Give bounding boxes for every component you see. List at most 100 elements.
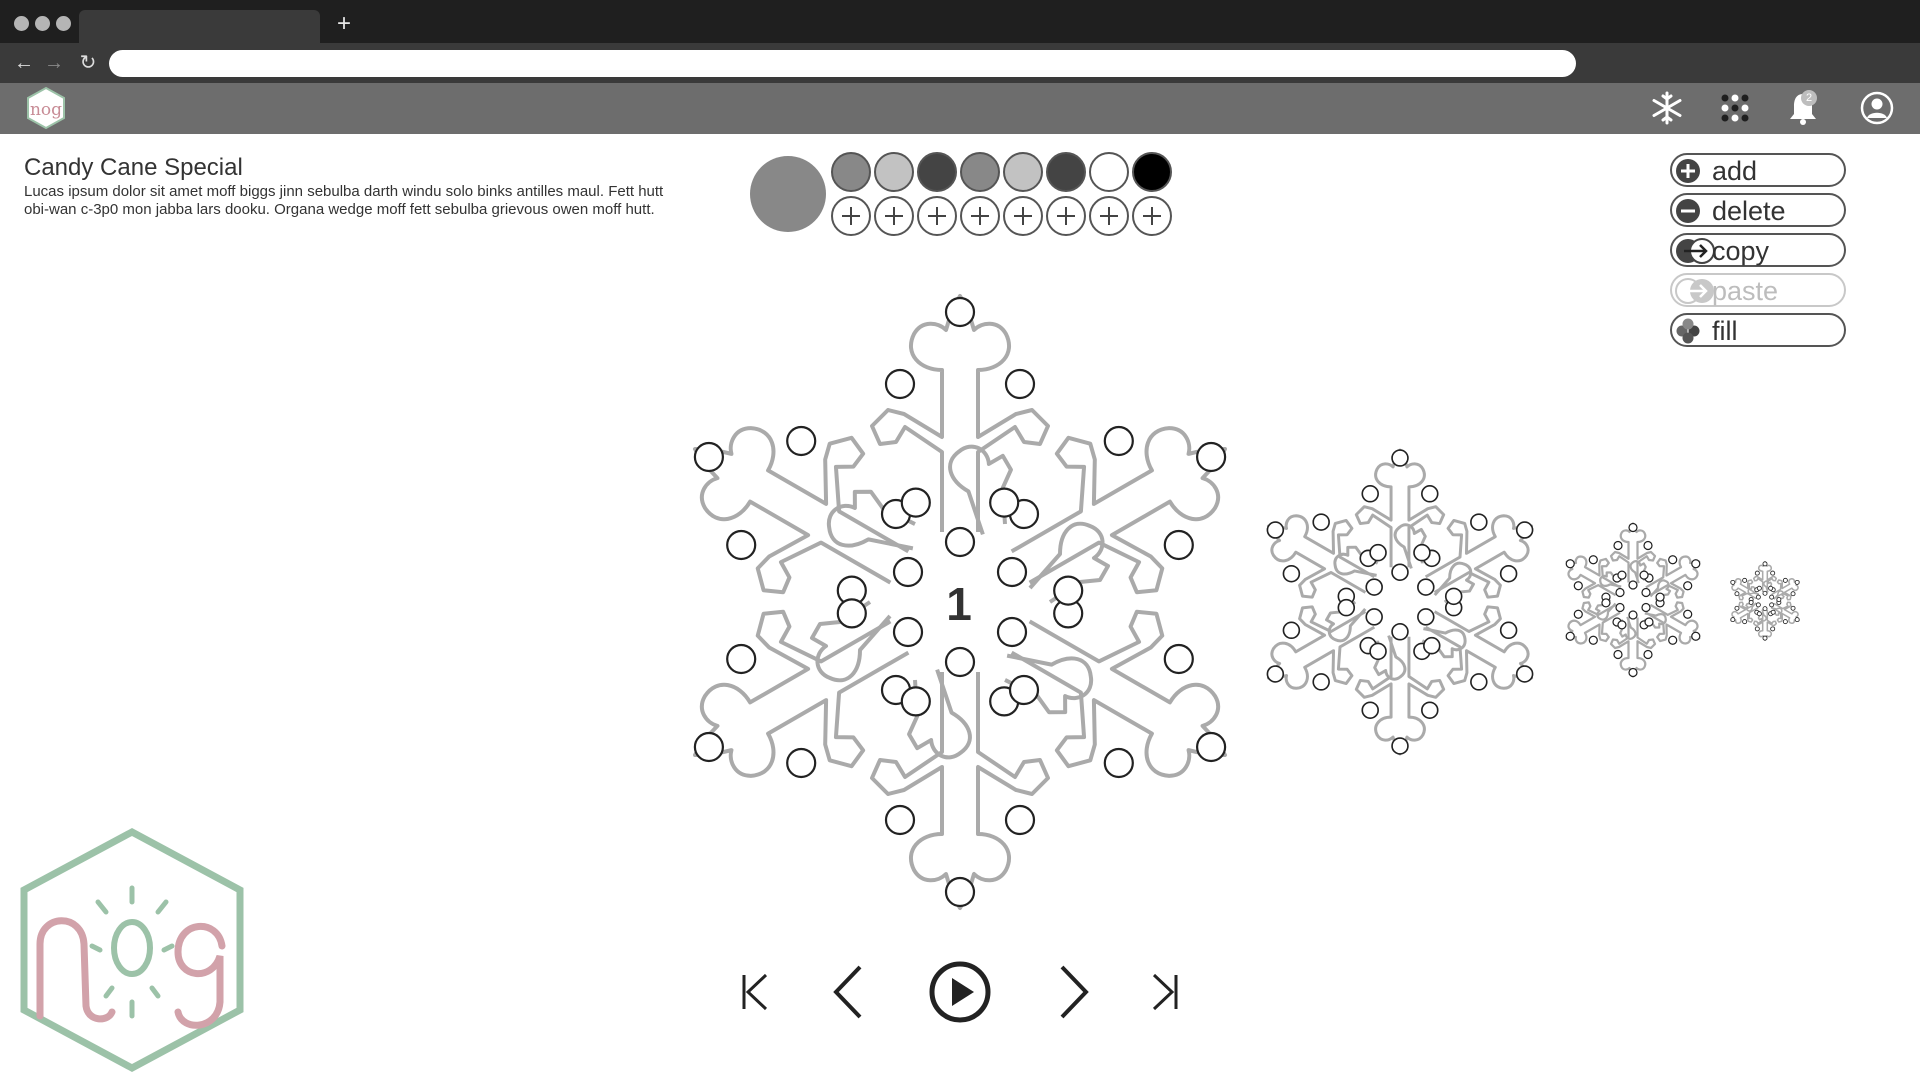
- light-node[interactable]: [1641, 602, 1651, 613]
- light-node[interactable]: [1617, 570, 1627, 580]
- light-node[interactable]: [1266, 521, 1285, 539]
- light-node[interactable]: [1762, 561, 1768, 567]
- light-node[interactable]: [1613, 649, 1623, 660]
- color-swatch[interactable]: [874, 152, 914, 192]
- light-node[interactable]: [1756, 585, 1762, 591]
- light-node[interactable]: [1639, 570, 1649, 580]
- dots-grid-icon[interactable]: [1716, 89, 1754, 127]
- light-node[interactable]: [1573, 609, 1583, 619]
- light-node[interactable]: [1628, 667, 1638, 678]
- light-node[interactable]: [1312, 513, 1330, 531]
- light-node[interactable]: [1683, 609, 1693, 619]
- light-node[interactable]: [944, 296, 976, 328]
- color-swatch[interactable]: [1046, 152, 1086, 192]
- snowflake-preview-medium[interactable]: [1563, 520, 1703, 680]
- light-node[interactable]: [1643, 649, 1653, 660]
- back-button[interactable]: ←: [11, 49, 37, 77]
- window-minimize-dot[interactable]: [35, 16, 50, 31]
- light-node[interactable]: [836, 598, 867, 629]
- light-node[interactable]: [884, 368, 916, 400]
- light-node[interactable]: [1369, 642, 1387, 661]
- light-node[interactable]: [1103, 425, 1134, 457]
- light-node[interactable]: [1008, 674, 1040, 706]
- color-swatch[interactable]: [917, 152, 957, 192]
- light-node[interactable]: [1004, 804, 1036, 836]
- light-node[interactable]: [1423, 636, 1441, 655]
- light-node[interactable]: [1768, 585, 1774, 591]
- window-close-dot[interactable]: [14, 16, 29, 31]
- light-node[interactable]: [1369, 543, 1387, 562]
- snowflake-canvas[interactable]: 1: [680, 282, 1240, 922]
- user-icon[interactable]: [1858, 89, 1896, 127]
- light-node[interactable]: [1282, 621, 1301, 640]
- light-node[interactable]: [1655, 592, 1665, 602]
- light-node[interactable]: [944, 526, 976, 558]
- light-node[interactable]: [1163, 529, 1194, 561]
- light-node[interactable]: [989, 487, 1020, 518]
- last-frame-icon[interactable]: [1148, 955, 1182, 1029]
- light-node[interactable]: [1617, 620, 1627, 630]
- light-node[interactable]: [900, 686, 931, 717]
- light-node[interactable]: [1421, 701, 1439, 719]
- color-swatch[interactable]: [960, 152, 1000, 192]
- light-node[interactable]: [1565, 631, 1575, 641]
- light-node[interactable]: [1588, 635, 1598, 645]
- light-node[interactable]: [1053, 575, 1084, 606]
- light-node[interactable]: [1782, 577, 1788, 583]
- color-swatch[interactable]: [1089, 152, 1129, 192]
- light-node[interactable]: [1417, 608, 1435, 626]
- add-button[interactable]: add: [1670, 153, 1846, 187]
- light-node[interactable]: [884, 804, 916, 836]
- light-node[interactable]: [1754, 626, 1760, 632]
- browser-tab[interactable]: [79, 10, 320, 43]
- light-node[interactable]: [1628, 580, 1638, 590]
- light-node[interactable]: [1196, 731, 1227, 763]
- light-node[interactable]: [1628, 522, 1638, 533]
- first-frame-icon[interactable]: [738, 955, 772, 1029]
- light-node[interactable]: [1770, 626, 1776, 632]
- light-node[interactable]: [1762, 606, 1768, 612]
- light-node[interactable]: [1754, 570, 1760, 576]
- light-node[interactable]: [1004, 368, 1036, 400]
- light-node[interactable]: [1365, 578, 1383, 596]
- add-color-button[interactable]: [1003, 196, 1043, 236]
- light-node[interactable]: [693, 731, 724, 763]
- snowflake-preview-small[interactable]: [1729, 560, 1801, 642]
- light-node[interactable]: [1770, 570, 1776, 576]
- light-node[interactable]: [1755, 594, 1761, 600]
- color-swatch[interactable]: [1003, 152, 1043, 192]
- light-node[interactable]: [1641, 587, 1651, 598]
- light-node[interactable]: [1391, 563, 1409, 581]
- light-node[interactable]: [1762, 590, 1768, 596]
- light-node[interactable]: [892, 556, 924, 588]
- color-swatch[interactable]: [831, 152, 871, 192]
- light-node[interactable]: [1391, 449, 1409, 467]
- light-node[interactable]: [1683, 581, 1693, 591]
- light-node[interactable]: [1470, 673, 1488, 691]
- light-node[interactable]: [1361, 485, 1379, 503]
- light-node[interactable]: [1615, 587, 1625, 598]
- light-node[interactable]: [1756, 611, 1762, 617]
- light-node[interactable]: [1615, 602, 1625, 613]
- light-node[interactable]: [1691, 559, 1701, 569]
- fill-button[interactable]: fill: [1670, 313, 1846, 347]
- light-node[interactable]: [1755, 602, 1761, 608]
- app-logo-icon[interactable]: nog: [24, 86, 68, 130]
- light-node[interactable]: [1742, 577, 1748, 583]
- add-color-button[interactable]: [960, 196, 1000, 236]
- add-color-button[interactable]: [874, 196, 914, 236]
- paste-button[interactable]: paste: [1670, 273, 1846, 307]
- light-node[interactable]: [1644, 617, 1654, 627]
- light-node[interactable]: [1769, 594, 1775, 600]
- previous-frame-icon[interactable]: [828, 955, 868, 1029]
- light-node[interactable]: [1417, 578, 1435, 596]
- light-node[interactable]: [1782, 619, 1788, 625]
- color-swatch[interactable]: [1132, 152, 1172, 192]
- light-node[interactable]: [726, 529, 757, 561]
- light-node[interactable]: [1668, 555, 1678, 565]
- light-node[interactable]: [1748, 599, 1754, 605]
- light-node[interactable]: [1668, 635, 1678, 645]
- light-node[interactable]: [1691, 631, 1701, 641]
- light-node[interactable]: [1794, 579, 1800, 585]
- next-frame-icon[interactable]: [1054, 955, 1094, 1029]
